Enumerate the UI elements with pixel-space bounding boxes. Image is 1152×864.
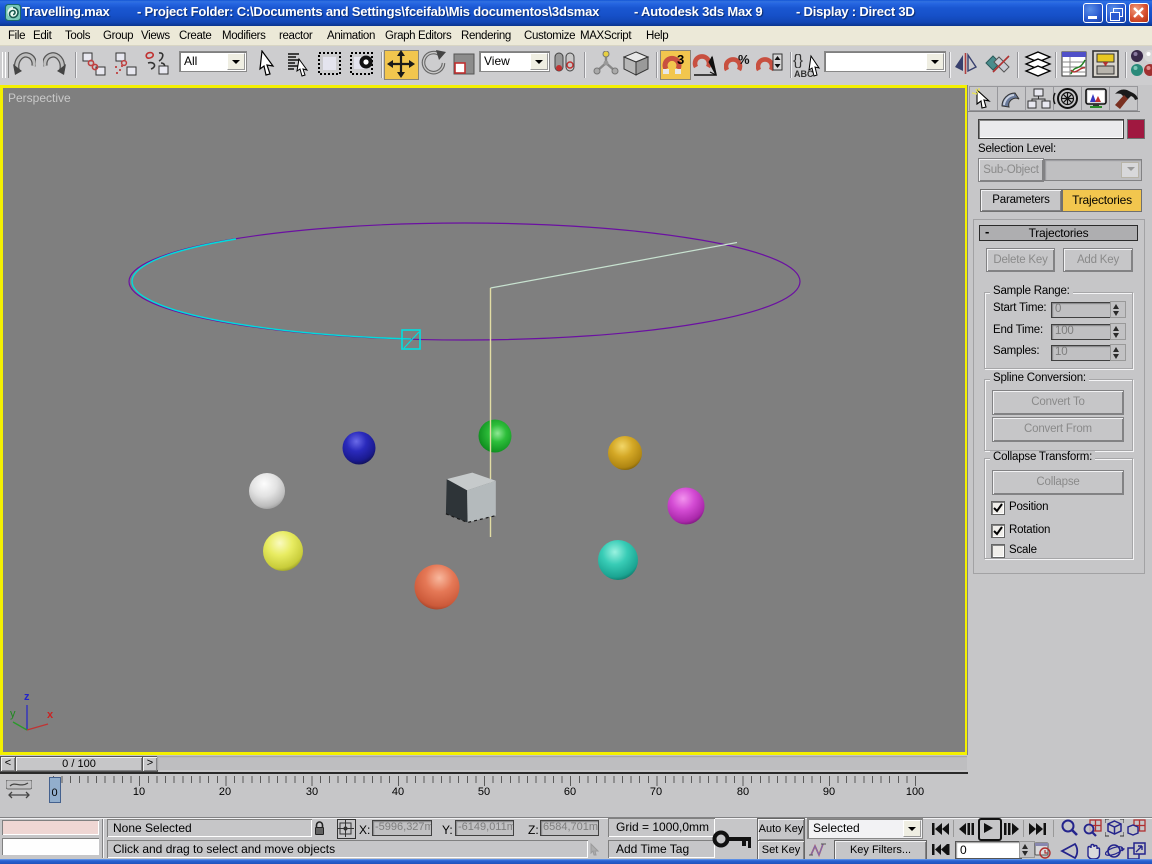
svg-text:ABC: ABC — [794, 69, 814, 79]
svg-text:x: x — [47, 709, 54, 721]
svg-text:z: z — [24, 691, 30, 703]
svg-text:%: % — [738, 52, 750, 67]
svg-text:y: y — [10, 708, 16, 720]
svg-text:{}: {} — [793, 52, 803, 69]
